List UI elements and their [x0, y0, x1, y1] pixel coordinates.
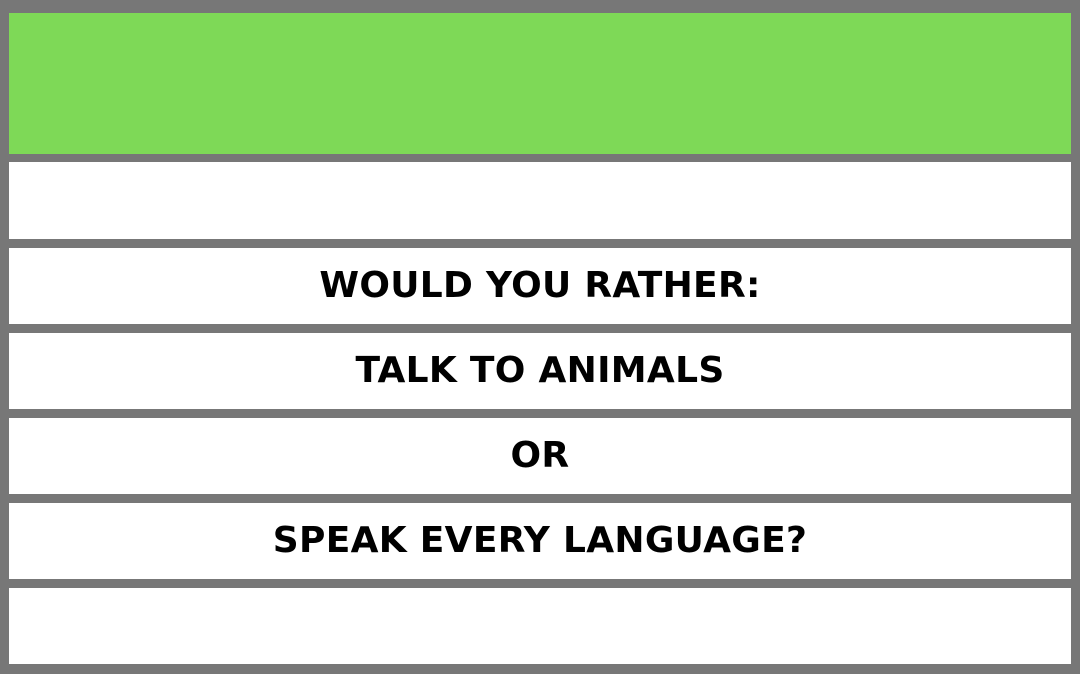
- would-you-rather-card: WOULD YOU RATHER: TALK TO ANIMALS OR SPE…: [0, 0, 1080, 674]
- prompt-heading: WOULD YOU RATHER:: [319, 265, 761, 306]
- blank-row-bottom: [9, 588, 1071, 664]
- option-a-text: TALK TO ANIMALS: [355, 350, 725, 391]
- separator-row: OR: [9, 418, 1071, 494]
- separator-text: OR: [510, 435, 570, 476]
- header-banner: [9, 13, 1071, 154]
- heading-row: WOULD YOU RATHER:: [9, 248, 1071, 324]
- option-b-row: SPEAK EVERY LANGUAGE?: [9, 503, 1071, 579]
- blank-row-top: [9, 162, 1071, 239]
- option-a-row: TALK TO ANIMALS: [9, 333, 1071, 409]
- option-b-text: SPEAK EVERY LANGUAGE?: [272, 520, 808, 561]
